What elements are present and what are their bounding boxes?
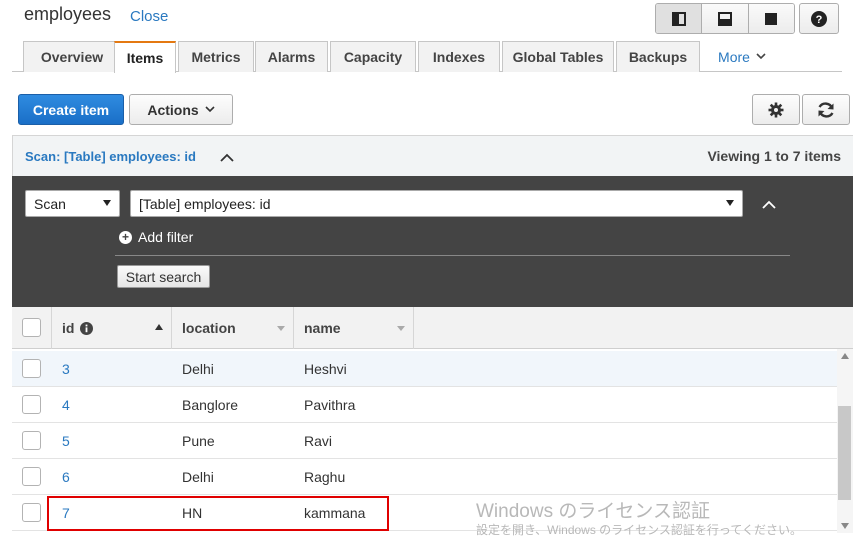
- row-checkbox[interactable]: [22, 359, 41, 378]
- scan-title-text: Scan: [Table] employees: id: [25, 149, 196, 164]
- tab-global-tables[interactable]: Global Tables: [502, 41, 614, 72]
- scan-panel-header: Scan: [Table] employees: id Viewing 1 to…: [12, 135, 853, 176]
- scan-title[interactable]: Scan: [Table] employees: id: [25, 149, 196, 164]
- column-header-location[interactable]: location: [172, 307, 294, 349]
- start-search-button[interactable]: Start search: [117, 265, 210, 288]
- column-header-name[interactable]: name: [294, 307, 414, 349]
- row-checkbox[interactable]: [22, 431, 41, 450]
- select-all-cell: [12, 307, 52, 349]
- cell-name: Ravi: [304, 433, 333, 449]
- cell-location: Banglore: [182, 397, 239, 413]
- tab-more[interactable]: More: [712, 41, 772, 72]
- table-row[interactable]: 3 Delhi Heshvi: [12, 351, 837, 387]
- plus-circle-icon: +: [119, 230, 132, 244]
- cell-id[interactable]: 4: [62, 387, 70, 423]
- settings-button[interactable]: [752, 94, 800, 125]
- actions-button[interactable]: Actions: [129, 94, 233, 125]
- scan-target-value: [Table] employees: id: [139, 195, 271, 212]
- scroll-up-icon[interactable]: [841, 353, 849, 359]
- help-button[interactable]: ?: [799, 3, 839, 34]
- sort-ascending-icon: [155, 324, 163, 330]
- chevron-up-icon[interactable]: [762, 200, 776, 209]
- chevron-down-icon: [205, 106, 215, 113]
- column-label-name: name: [304, 320, 341, 336]
- row-checkbox[interactable]: [22, 467, 41, 486]
- cell-location: Delhi: [182, 361, 214, 377]
- table-head: id location name: [12, 307, 853, 349]
- refresh-button[interactable]: [802, 94, 850, 125]
- column-header-id[interactable]: id: [52, 307, 172, 349]
- create-item-button[interactable]: Create item: [18, 94, 124, 125]
- sort-icon: [277, 326, 285, 331]
- table-row[interactable]: 5 Pune Ravi: [12, 423, 837, 459]
- info-icon[interactable]: [80, 321, 94, 335]
- scroll-down-icon[interactable]: [841, 523, 849, 529]
- tab-backups[interactable]: Backups: [616, 41, 700, 72]
- chevron-up-icon[interactable]: [220, 153, 234, 162]
- tab-overview[interactable]: Overview: [23, 41, 121, 72]
- column-label-location: location: [182, 320, 236, 336]
- scan-target-select[interactable]: [Table] employees: id: [130, 190, 743, 217]
- dropdown-caret-icon: [726, 200, 734, 206]
- sort-icon: [397, 326, 405, 331]
- scan-mode-select[interactable]: Scan: [25, 190, 120, 217]
- cell-location: Delhi: [182, 469, 214, 485]
- table-row[interactable]: 4 Banglore Pavithra: [12, 387, 837, 423]
- split-vertical-button[interactable]: [656, 4, 703, 33]
- cell-id[interactable]: 3: [62, 351, 70, 387]
- cell-name: Raghu: [304, 469, 346, 485]
- tab-bar: Overview Items Alarms Metrics Capacity I…: [12, 41, 842, 73]
- row-checkbox[interactable]: [22, 503, 41, 522]
- windows-activation-title: Windows のライセンス認証: [476, 501, 710, 522]
- highlight-box: [47, 496, 389, 531]
- table-title: employees: [24, 4, 112, 24]
- chevron-down-icon: [756, 53, 766, 60]
- more-label: More: [718, 48, 750, 65]
- help-icon: ?: [811, 10, 827, 27]
- select-all-checkbox[interactable]: [22, 318, 41, 337]
- help-label: ?: [816, 14, 823, 26]
- dropdown-caret-icon: [103, 200, 111, 206]
- table-row[interactable]: 6 Delhi Raghu: [12, 459, 837, 495]
- table-header: employees Close ?: [0, 0, 854, 40]
- add-filter-button[interactable]: + Add filter: [119, 229, 193, 245]
- viewing-count: Viewing 1 to 7 items: [707, 148, 841, 164]
- split-horizontal-icon: [717, 11, 732, 26]
- row-checkbox[interactable]: [22, 395, 41, 414]
- scrollbar-thumb[interactable]: [838, 406, 851, 500]
- tab-items[interactable]: Items: [114, 41, 176, 73]
- tab-indexes[interactable]: Indexes: [418, 41, 500, 72]
- cell-name: Pavithra: [304, 397, 356, 413]
- cell-id[interactable]: 6: [62, 459, 70, 495]
- fullscreen-button[interactable]: [748, 4, 794, 33]
- cell-location: Pune: [182, 433, 215, 449]
- split-vertical-icon: [671, 11, 686, 26]
- refresh-icon: [818, 101, 834, 118]
- layout-toggle-group: [655, 3, 795, 34]
- cell-name: Heshvi: [304, 361, 347, 377]
- scan-mode-value: Scan: [34, 195, 66, 212]
- add-filter-label: Add filter: [138, 229, 194, 245]
- gear-icon: [768, 102, 784, 117]
- cell-id[interactable]: 5: [62, 423, 70, 459]
- column-label-id: id: [62, 320, 75, 336]
- actions-label: Actions: [147, 101, 199, 118]
- split-horizontal-button[interactable]: [702, 4, 749, 33]
- tab-alarms[interactable]: Alarms: [255, 41, 328, 72]
- close-link[interactable]: Close: [130, 8, 168, 25]
- divider: [115, 255, 790, 256]
- windows-activation-text: 設定を開き、Windows のライセンス認証を行ってください。: [476, 523, 802, 536]
- fullscreen-icon: [765, 12, 778, 25]
- tab-metrics[interactable]: Metrics: [178, 41, 254, 72]
- tab-capacity[interactable]: Capacity: [330, 41, 416, 72]
